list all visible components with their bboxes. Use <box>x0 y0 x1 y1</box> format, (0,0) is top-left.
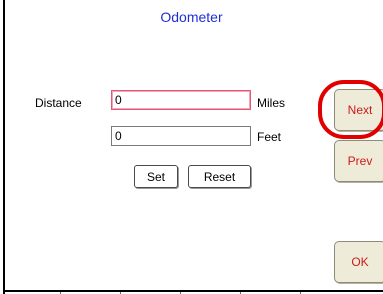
screen-frame-left-edge <box>3 0 5 294</box>
ok-button[interactable]: OK <box>334 241 383 283</box>
feet-input[interactable] <box>111 126 251 146</box>
odometer-screen: Odometer Distance Miles Feet Set Reset N… <box>0 0 383 294</box>
reset-button[interactable]: Reset <box>188 165 251 188</box>
set-button[interactable]: Set <box>134 165 178 188</box>
page-title: Odometer <box>160 9 223 25</box>
miles-unit-label: Miles <box>257 96 286 110</box>
miles-input[interactable] <box>111 90 251 110</box>
prev-button[interactable]: Prev <box>334 140 383 182</box>
next-button[interactable]: Next <box>334 89 383 131</box>
distance-label: Distance <box>35 96 82 110</box>
feet-unit-label: Feet <box>257 130 282 144</box>
